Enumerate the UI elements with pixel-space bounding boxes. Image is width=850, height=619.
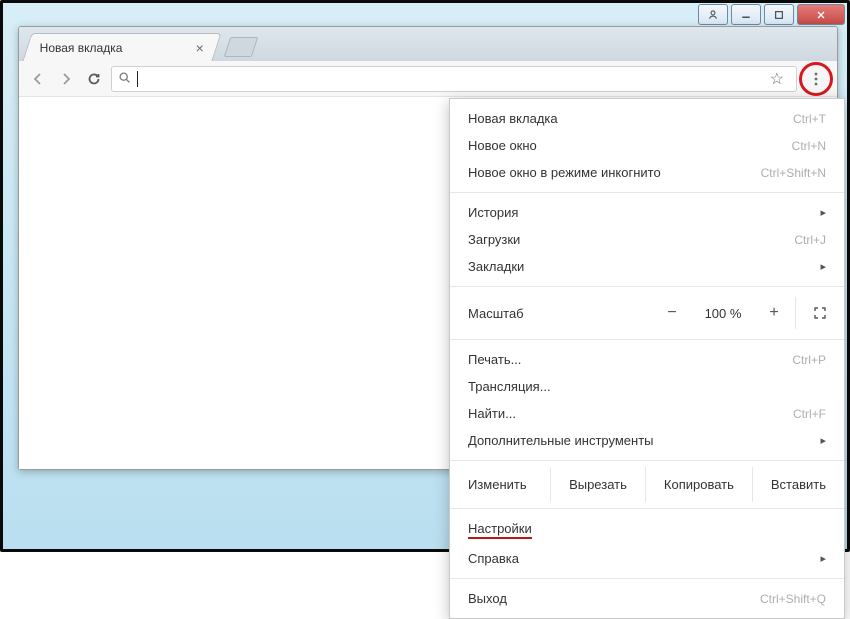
chrome-menu: Новая вкладка Ctrl+T Новое окно Ctrl+N Н…	[449, 98, 845, 619]
edit-label: Изменить	[450, 467, 527, 502]
menu-downloads[interactable]: Загрузки Ctrl+J	[450, 226, 844, 253]
close-window-button[interactable]	[797, 4, 845, 25]
back-button[interactable]	[27, 68, 49, 90]
minimize-icon	[740, 9, 752, 21]
zoom-in-button[interactable]: +	[753, 297, 795, 329]
menu-more-tools[interactable]: Дополнительные инструменты ▸	[450, 427, 844, 454]
menu-settings[interactable]: Настройки	[450, 515, 844, 545]
address-bar[interactable]: ☆	[111, 66, 797, 92]
chevron-right-icon: ▸	[820, 434, 826, 447]
maximize-icon	[773, 9, 785, 21]
forward-button[interactable]	[55, 68, 77, 90]
menu-exit[interactable]: Выход Ctrl+Shift+Q	[450, 585, 844, 612]
menu-zoom-row: Масштаб − 100 % +	[450, 293, 844, 333]
edit-copy-button[interactable]: Копировать	[645, 467, 752, 502]
reload-icon	[86, 71, 102, 87]
close-icon	[815, 9, 827, 21]
zoom-out-button[interactable]: −	[651, 297, 693, 329]
menu-find[interactable]: Найти... Ctrl+F	[450, 400, 844, 427]
menu-new-tab[interactable]: Новая вкладка Ctrl+T	[450, 105, 844, 132]
tab-close-button[interactable]: ×	[192, 40, 208, 56]
search-icon	[118, 71, 131, 87]
text-caret	[137, 71, 138, 87]
chevron-right-icon: ▸	[820, 206, 826, 219]
menu-new-window[interactable]: Новое окно Ctrl+N	[450, 132, 844, 159]
menu-cast[interactable]: Трансляция...	[450, 373, 844, 400]
kebab-icon	[808, 71, 824, 87]
user-icon	[707, 9, 719, 21]
bookmark-star-button[interactable]: ☆	[764, 69, 790, 89]
toolbar: ☆	[19, 61, 837, 97]
tab-active[interactable]: Новая вкладка ×	[22, 33, 221, 61]
menu-bookmarks[interactable]: Закладки ▸	[450, 253, 844, 280]
maximize-button[interactable]	[764, 4, 794, 25]
menu-incognito[interactable]: Новое окно в режиме инкогнито Ctrl+Shift…	[450, 159, 844, 186]
reload-button[interactable]	[83, 68, 105, 90]
tab-strip: Новая вкладка ×	[19, 27, 837, 61]
zoom-value: 100 %	[693, 306, 753, 321]
fullscreen-icon	[812, 305, 828, 321]
back-arrow-icon	[30, 71, 46, 87]
menu-help[interactable]: Справка ▸	[450, 545, 844, 572]
chrome-menu-button[interactable]	[803, 66, 829, 92]
chevron-right-icon: ▸	[820, 260, 826, 273]
fullscreen-button[interactable]	[796, 297, 844, 329]
url-input[interactable]	[144, 71, 758, 86]
tab-title: Новая вкладка	[40, 41, 192, 55]
menu-print[interactable]: Печать... Ctrl+P	[450, 346, 844, 373]
forward-arrow-icon	[58, 71, 74, 87]
edit-paste-button[interactable]: Вставить	[752, 467, 844, 502]
window-frame: Новая вкладка × ☆	[0, 0, 850, 552]
minimize-button[interactable]	[731, 4, 761, 25]
profile-button[interactable]	[698, 4, 728, 25]
chevron-right-icon: ▸	[820, 552, 826, 565]
zoom-label: Масштаб	[468, 306, 651, 321]
new-tab-button[interactable]	[224, 37, 258, 57]
menu-history[interactable]: История ▸	[450, 199, 844, 226]
menu-edit-row: Изменить Вырезать Копировать Вставить	[450, 467, 844, 502]
edit-cut-button[interactable]: Вырезать	[550, 467, 645, 502]
